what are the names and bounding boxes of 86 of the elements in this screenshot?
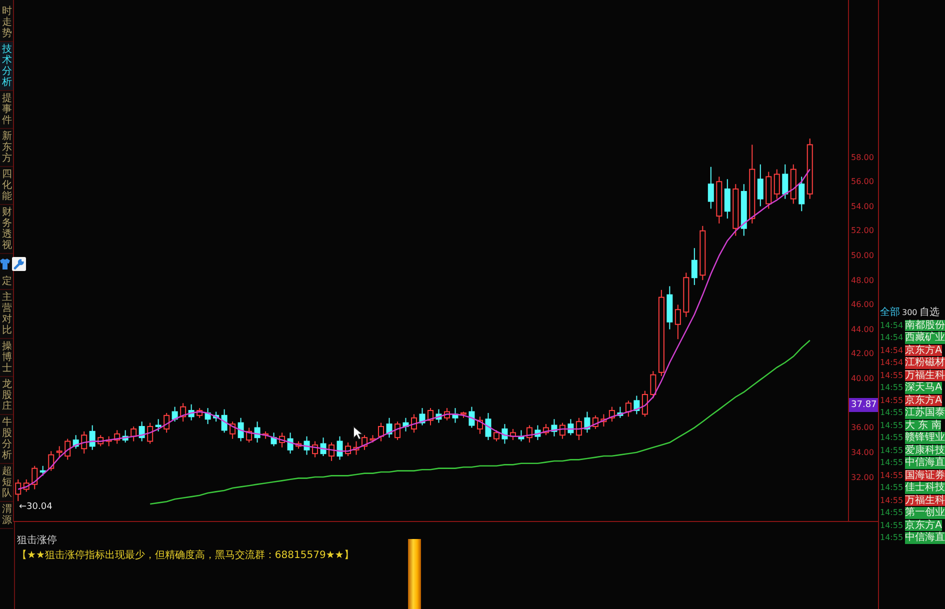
indicator-title: 狙击涨停 xyxy=(17,534,57,547)
time-label: 14:55 xyxy=(880,382,904,394)
stock-name-tag[interactable]: 第一创业 xyxy=(905,507,945,518)
sidebar-tab[interactable]: 主营对比 xyxy=(0,290,13,339)
candlestick xyxy=(476,416,483,434)
stock-name-tag[interactable]: 国海证券 xyxy=(905,470,945,481)
current-price-tag: 37.87 xyxy=(849,398,878,412)
time-label: 14:55 xyxy=(880,407,904,418)
stock-name-tag[interactable]: 京东方A xyxy=(905,344,942,356)
shirt-icon[interactable] xyxy=(0,258,10,270)
mouse-pointer-icon xyxy=(353,426,363,440)
time-label: 14:55 xyxy=(880,444,904,456)
candlestick xyxy=(600,414,607,428)
time-label: 14:55 xyxy=(880,457,904,468)
sidebar-tab[interactable]: 渭源 xyxy=(0,502,13,529)
stock-name-tag[interactable]: 京东方A xyxy=(905,520,942,531)
time-label: 14:54 xyxy=(880,344,904,356)
time-label: 14:55 xyxy=(880,432,904,444)
time-label: 14:54 xyxy=(880,320,904,331)
time-label: 14:55 xyxy=(880,394,904,406)
time-label: 14:54 xyxy=(880,357,904,368)
time-label: 14:55 xyxy=(880,370,904,381)
candlestick xyxy=(790,164,796,204)
price-tick-label: 36.00 xyxy=(851,422,874,434)
sidebar-tab[interactable]: 提事件 xyxy=(0,91,13,129)
candlestick xyxy=(716,176,722,224)
time-label: 14:55 xyxy=(880,494,904,506)
price-tick-label: 46.00 xyxy=(851,299,874,310)
price-tick-label: 34.00 xyxy=(851,446,874,458)
time-label: 14:55 xyxy=(880,532,904,544)
stock-name-tag[interactable]: 深天马A xyxy=(905,382,942,394)
sidebar-tab[interactable]: 操博士 xyxy=(0,339,13,377)
price-tick-label: 42.00 xyxy=(851,348,874,360)
indicator-note: 【★★狙击涨停指标出现最少，但精确度高，黑马交流群：68815579★★】 xyxy=(17,549,354,563)
sidebar-tab[interactable]: 牛股分析 xyxy=(0,415,13,464)
stock-name-tag[interactable]: 爱康科技 xyxy=(905,444,945,456)
wrench-icon[interactable] xyxy=(12,257,26,271)
candlestick xyxy=(674,304,681,340)
stock-name-tag[interactable]: 江苏国泰 xyxy=(905,407,945,418)
candlestick xyxy=(180,402,186,422)
stock-name-tag[interactable]: 万福生科 xyxy=(905,370,945,381)
stock-name-tag[interactable]: 中信海直 xyxy=(905,457,945,468)
sidebar-tab[interactable]: 财务透视 xyxy=(0,205,13,254)
stock-name-tag[interactable]: 佳士科技 xyxy=(905,482,945,494)
candlestick xyxy=(691,248,698,286)
list-tab[interactable]: 全部 xyxy=(880,305,900,319)
candlestick xyxy=(238,417,244,442)
price-tick-label: 56.00 xyxy=(851,176,874,188)
candlestick xyxy=(683,272,690,318)
stock-name-tag[interactable]: 赣锋锂业 xyxy=(905,432,945,444)
count-label: 300 xyxy=(902,308,918,316)
price-tick-label: 58.00 xyxy=(851,152,874,162)
candlestick xyxy=(740,184,747,236)
sidebar-tab[interactable]: 定 xyxy=(0,274,13,290)
stock-name-tag[interactable]: 南都股份 xyxy=(905,320,945,331)
stock-name-tag[interactable]: 中信海直 xyxy=(905,532,945,544)
time-label: 14:55 xyxy=(880,520,904,531)
price-tick-label: 50.00 xyxy=(851,250,874,261)
sidebar-tab[interactable]: 技术分析 xyxy=(0,42,13,91)
candlestick xyxy=(724,178,730,220)
price-tick-label: 54.00 xyxy=(851,200,874,212)
volume-bar xyxy=(408,539,421,609)
price-tick-label: 40.00 xyxy=(851,373,874,384)
price-tick-label: 44.00 xyxy=(851,324,874,335)
time-label: 14:55 xyxy=(880,482,904,494)
stock-name-tag[interactable]: 京东方A xyxy=(905,394,942,406)
candlestick xyxy=(749,144,756,224)
sidebar-tab[interactable]: 超短队 xyxy=(0,464,13,502)
stock-name-tag[interactable]: 西藏矿业 xyxy=(905,332,945,344)
time-label: 14:55 xyxy=(880,507,904,518)
price-tick-label: 32.00 xyxy=(851,472,874,482)
time-label: 14:55 xyxy=(880,420,904,431)
candlestick xyxy=(279,432,286,448)
list-tab[interactable]: 自选 xyxy=(919,305,940,319)
stock-name-tag[interactable]: 万福生科 xyxy=(905,494,945,506)
sidebar-tab[interactable]: 龙股庄 xyxy=(0,377,13,415)
price-tick-label: 52.00 xyxy=(851,225,874,236)
time-label: 14:54 xyxy=(880,332,904,344)
candlestick xyxy=(700,225,706,281)
stock-name-tag[interactable]: 大 东 南 xyxy=(905,420,942,431)
time-label: 14:55 xyxy=(880,470,904,481)
stock-name-tag[interactable]: 江粉磁材 xyxy=(905,357,945,368)
candlestick xyxy=(666,286,673,330)
price-tick-label: 48.00 xyxy=(851,274,874,286)
sidebar-tab[interactable]: 四化能 xyxy=(0,167,13,205)
sidebar-tab[interactable]: 新东方 xyxy=(0,129,13,167)
